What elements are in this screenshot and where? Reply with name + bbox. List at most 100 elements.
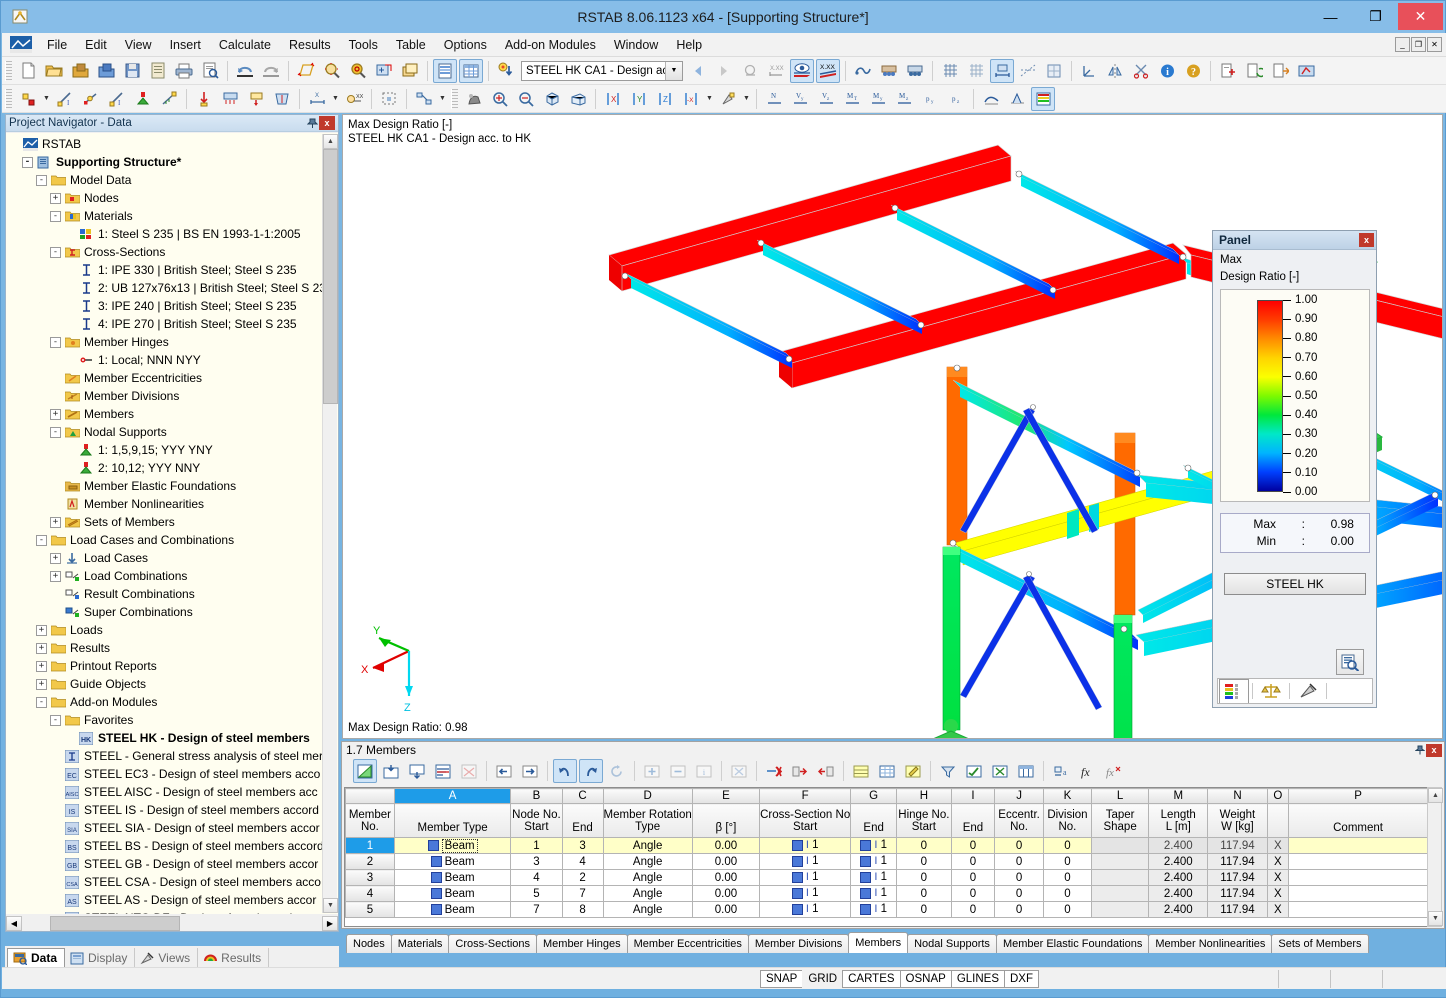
tree-item[interactable]: Super Combinations (8, 603, 338, 621)
cell-eccentricity[interactable]: 0 (994, 853, 1044, 870)
tree-item[interactable]: IS STEEL IS - Design of steel members acc… (8, 801, 338, 819)
member-forces-vy-icon[interactable]: Vy (788, 87, 812, 111)
column-letter[interactable]: D (602, 788, 693, 804)
navigator-tab-data[interactable]: Data (7, 948, 66, 968)
view-settings-icon[interactable] (716, 87, 740, 111)
mdi-restore-button[interactable]: ❐ (1411, 37, 1426, 52)
tree-item[interactable]: 1: IPE 330 | British Steel; Steel S 235 (8, 261, 338, 279)
tree-item[interactable]: 4: IPE 270 | British Steel; Steel S 235 (8, 315, 338, 333)
navigator-tab-display[interactable]: Display (65, 948, 136, 968)
rfem-link-icon[interactable] (1294, 59, 1318, 83)
tree-expander-icon[interactable]: + (50, 408, 61, 420)
cell-node-start[interactable]: 5 (510, 885, 563, 902)
cell-cs-start[interactable]: I 1 (759, 853, 852, 870)
column-letter[interactable]: J (994, 788, 1044, 804)
table-insert-row-after-icon[interactable] (814, 759, 838, 783)
tree-item[interactable]: RSTAB (8, 135, 338, 153)
table-info-row-icon[interactable]: i (692, 759, 716, 783)
status-toggle-glines[interactable]: GLINES (950, 969, 1005, 988)
save-icon[interactable] (120, 59, 144, 83)
view-y-icon[interactable]: Y (627, 87, 651, 111)
tree-item[interactable]: Member Divisions (8, 387, 338, 405)
cell-flag[interactable]: X (1266, 885, 1290, 902)
menu-item-insert[interactable]: Insert (161, 35, 210, 55)
new-member-hinge-icon[interactable] (79, 87, 103, 111)
grid-snap-icon[interactable] (938, 59, 962, 83)
cell-flag[interactable]: X (1266, 837, 1290, 854)
print-icon[interactable] (172, 59, 196, 83)
cell-node-end[interactable]: 7 (561, 885, 604, 902)
cell-beta[interactable]: 0.00 (691, 853, 761, 870)
tree-expander-icon[interactable]: - (50, 426, 61, 438)
cell-cs-start[interactable]: I 1 (759, 869, 852, 886)
tree-item[interactable]: + Guide Objects (8, 675, 338, 693)
status-toggle-grid[interactable]: GRID (802, 969, 844, 988)
tree-item[interactable]: HK STEEL HK - Design of steel members (8, 729, 338, 747)
menu-item-view[interactable]: View (116, 35, 161, 55)
table-tab-nodes[interactable]: Nodes (346, 934, 392, 953)
table-redo-icon[interactable] (579, 759, 603, 783)
menu-item-options[interactable]: Options (435, 35, 496, 55)
moving-loads-icon[interactable] (903, 59, 927, 83)
panel-tab-filter[interactable] (1293, 679, 1323, 703)
column-letter[interactable]: G (850, 788, 898, 804)
tree-expander-icon[interactable]: + (50, 516, 61, 528)
tree-expander-icon[interactable]: - (36, 534, 47, 546)
cell-cs-end[interactable]: I 1 (850, 837, 898, 854)
view-settings-dropdown-icon[interactable]: ▼ (741, 87, 752, 111)
cell-taper[interactable] (1091, 869, 1150, 886)
table-tab-cross-sections[interactable]: Cross-Sections (448, 934, 537, 953)
view-z-icon[interactable]: Z (653, 87, 677, 111)
help-info-icon[interactable]: ? (1181, 59, 1205, 83)
cell-member-type[interactable]: Beam (393, 853, 512, 870)
navigator-hscrollbar[interactable]: ◀ ▶ (6, 915, 338, 931)
table-columns-icon[interactable] (1014, 759, 1038, 783)
table-formula-settings-icon[interactable]: fx (1101, 759, 1125, 783)
table-cross-ref-icon[interactable] (988, 759, 1012, 783)
navigator-tab-views[interactable]: Views (135, 948, 199, 968)
panel-tab-colorscale[interactable] (1219, 679, 1249, 703)
menu-item-results[interactable]: Results (280, 35, 340, 55)
cell-division[interactable]: 0 (1042, 869, 1093, 886)
cell-eccentricity[interactable]: 0 (994, 869, 1044, 886)
cell-node-end[interactable]: 2 (561, 869, 604, 886)
cell-member-type[interactable]: Beam (393, 885, 512, 902)
cell-hinge-end[interactable]: 0 (950, 885, 996, 902)
cell-taper[interactable] (1091, 901, 1150, 918)
tree-expander-icon[interactable]: + (36, 642, 47, 654)
cell-cs-start[interactable]: I 1 (759, 901, 852, 918)
tree-expander-icon[interactable]: + (36, 624, 47, 636)
vscroll-thumb[interactable] (323, 149, 338, 404)
table-grid-icon[interactable] (459, 58, 483, 83)
surface-load-icon[interactable] (244, 87, 268, 111)
nodal-load-icon[interactable] (192, 87, 216, 111)
table-export-icon[interactable] (405, 759, 429, 783)
table-import-icon[interactable] (379, 759, 403, 783)
support-reactions-icon[interactable] (877, 59, 901, 83)
table-refresh-icon[interactable] (605, 759, 629, 783)
navigator-vscrollbar[interactable]: ▲ ▼ (322, 134, 338, 913)
table-row[interactable]: 4 Beam 5 7 Angle 0.00 I 1I 1 0 0 0 0 2.400 117.94 X (345, 885, 1428, 902)
show-results-icon[interactable] (790, 58, 814, 83)
table-tab-members[interactable]: Members (848, 932, 909, 953)
cell-eccentricity[interactable]: 0 (994, 901, 1044, 918)
mirror-icon[interactable] (1103, 59, 1127, 83)
undo-icon[interactable] (233, 59, 257, 83)
table-delete-row-icon[interactable] (762, 759, 786, 783)
cell-flag[interactable]: X (1266, 869, 1290, 886)
tree-item[interactable]: 2: 10,12; YYY NNY (8, 459, 338, 477)
column-letter[interactable]: M (1148, 788, 1209, 804)
table-tab-member-elastic-foundations[interactable]: Member Elastic Foundations (995, 934, 1150, 953)
cell-cs-end[interactable]: I 1 (850, 853, 898, 870)
zoom-extend-icon[interactable] (372, 59, 396, 83)
table-color-rows-icon[interactable] (849, 759, 873, 783)
cell-comment[interactable] (1288, 837, 1428, 854)
free-load-icon[interactable] (270, 87, 294, 111)
panel-close-button[interactable]: x (1359, 233, 1374, 247)
cell-node-start[interactable]: 7 (510, 901, 563, 918)
dimension-tool-icon[interactable]: X (305, 87, 329, 111)
hscroll-thumb[interactable] (50, 915, 180, 931)
tree-expander-icon[interactable]: - (50, 336, 61, 348)
table-add-row-icon[interactable] (640, 759, 664, 783)
tree-item[interactable]: - Add-on Modules (8, 693, 338, 711)
